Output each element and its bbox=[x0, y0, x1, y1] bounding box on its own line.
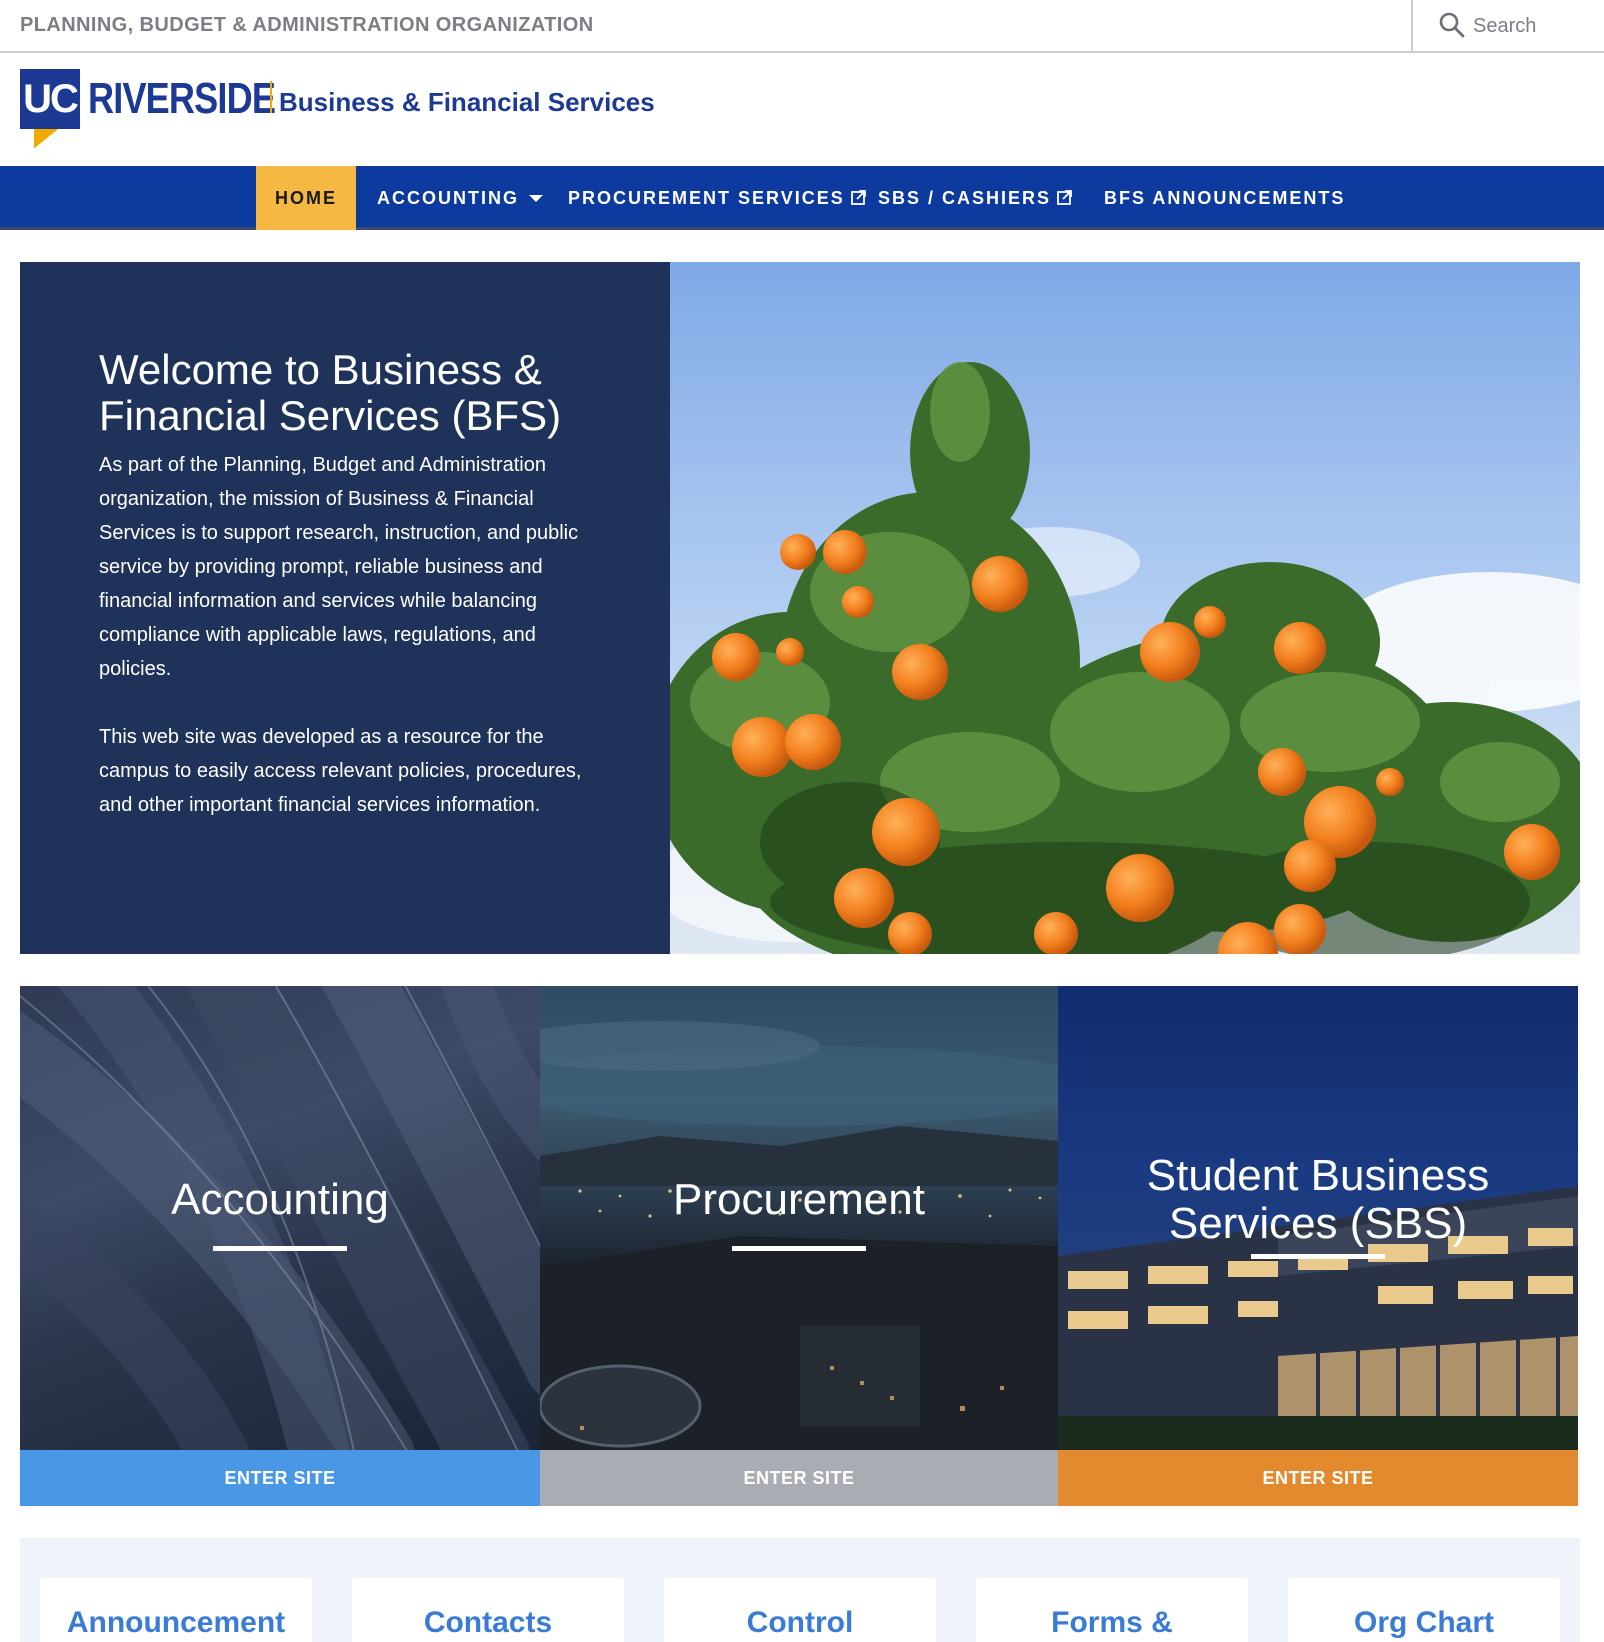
orange-tree-photo bbox=[670, 262, 1580, 954]
uc-mark: UC bbox=[20, 69, 80, 149]
hero-title: Welcome to Business & Financial Services… bbox=[99, 346, 562, 439]
main-navigation: HOME ACCOUNTING PROCUREMENT SERVICES SBS… bbox=[0, 166, 1604, 230]
card-sbs-underline bbox=[1251, 1254, 1385, 1259]
nav-home[interactable]: HOME bbox=[256, 166, 356, 230]
logo-divider bbox=[270, 81, 272, 113]
card-accounting-title: Accounting bbox=[171, 1175, 389, 1224]
quick-link-label: Contacts bbox=[423, 1606, 553, 1639]
quick-link-org-chart[interactable]: Org Chart bbox=[1288, 1578, 1560, 1642]
department-cards: Accounting ENTER SITE Procurement ENTER … bbox=[20, 986, 1578, 1506]
procurement-enter-site-button[interactable]: ENTER SITE bbox=[540, 1450, 1058, 1506]
organization-name[interactable]: PLANNING, BUDGET & ADMINISTRATION ORGANI… bbox=[20, 14, 594, 37]
external-link-icon bbox=[850, 189, 866, 205]
hero-paragraph-mission: As part of the Planning, Budget and Admi… bbox=[99, 454, 579, 680]
chevron-down-icon bbox=[529, 194, 543, 202]
site-header: UC RIVERSIDE Business & Financial Servic… bbox=[0, 53, 1604, 166]
card-sbs-title: Student Business Services (SBS) bbox=[1146, 1151, 1490, 1248]
quick-link-label: Announcement bbox=[66, 1606, 286, 1639]
card-procurement-underline bbox=[732, 1246, 866, 1251]
quick-link-contacts[interactable]: Contacts bbox=[352, 1578, 624, 1642]
quick-link-announcement[interactable]: Announcement bbox=[40, 1578, 312, 1642]
accounting-enter-site-button[interactable]: ENTER SITE bbox=[20, 1450, 540, 1506]
card-accounting[interactable]: Accounting ENTER SITE bbox=[20, 986, 540, 1506]
nav-accounting[interactable]: ACCOUNTING bbox=[377, 166, 543, 230]
search-box[interactable] bbox=[1411, 0, 1604, 51]
quick-link-forms[interactable]: Forms & bbox=[976, 1578, 1248, 1642]
card-student-business-services[interactable]: Student Business Services (SBS) ENTER SI… bbox=[1058, 986, 1578, 1506]
search-icon[interactable] bbox=[1439, 12, 1465, 38]
card-accounting-underline bbox=[213, 1246, 347, 1251]
quick-link-label: Control bbox=[746, 1606, 854, 1639]
nav-accounting-label: ACCOUNTING bbox=[377, 188, 519, 208]
hero-body: As part of the Planning, Budget and Admi… bbox=[99, 448, 589, 822]
nav-sbs-label: SBS / CASHIERS bbox=[878, 188, 1052, 208]
nav-procurement-label: PROCUREMENT SERVICES bbox=[568, 188, 845, 208]
quick-link-label: Forms & bbox=[1051, 1606, 1173, 1639]
quick-links-section: Announcement Contacts Control Forms & Or… bbox=[20, 1538, 1580, 1642]
search-input[interactable] bbox=[1473, 12, 1593, 40]
card-procurement[interactable]: Procurement ENTER SITE bbox=[540, 986, 1058, 1506]
sbs-enter-site-button[interactable]: ENTER SITE bbox=[1058, 1450, 1578, 1506]
nav-announcements-label: BFS ANNOUNCEMENTS bbox=[1104, 188, 1346, 208]
hero-section: Welcome to Business & Financial Services… bbox=[20, 262, 1580, 954]
nav-sbs-cashiers[interactable]: SBS / CASHIERS bbox=[878, 166, 1072, 230]
nav-bfs-announcements[interactable]: BFS ANNOUNCEMENTS bbox=[1104, 166, 1345, 230]
unit-name[interactable]: Business & Financial Services bbox=[279, 87, 655, 118]
nav-home-label: HOME bbox=[275, 188, 337, 208]
uc-riverside-logo[interactable]: UC RIVERSIDE bbox=[20, 69, 288, 149]
orange-tree-illustration bbox=[670, 362, 1580, 954]
external-link-icon bbox=[1057, 189, 1072, 205]
quick-link-label: Org Chart bbox=[1353, 1606, 1494, 1639]
riverside-wordmark: RIVERSIDE bbox=[88, 74, 276, 123]
hero-paragraph-resource: This web site was developed as a resourc… bbox=[99, 726, 582, 816]
uc-letters: UC bbox=[20, 69, 80, 129]
nav-procurement-services[interactable]: PROCUREMENT SERVICES bbox=[568, 166, 866, 230]
hero-text-panel: Welcome to Business & Financial Services… bbox=[20, 262, 670, 954]
utility-bar: PLANNING, BUDGET & ADMINISTRATION ORGANI… bbox=[0, 0, 1604, 53]
card-procurement-title: Procurement bbox=[673, 1175, 925, 1224]
quick-link-control[interactable]: Control bbox=[664, 1578, 936, 1642]
